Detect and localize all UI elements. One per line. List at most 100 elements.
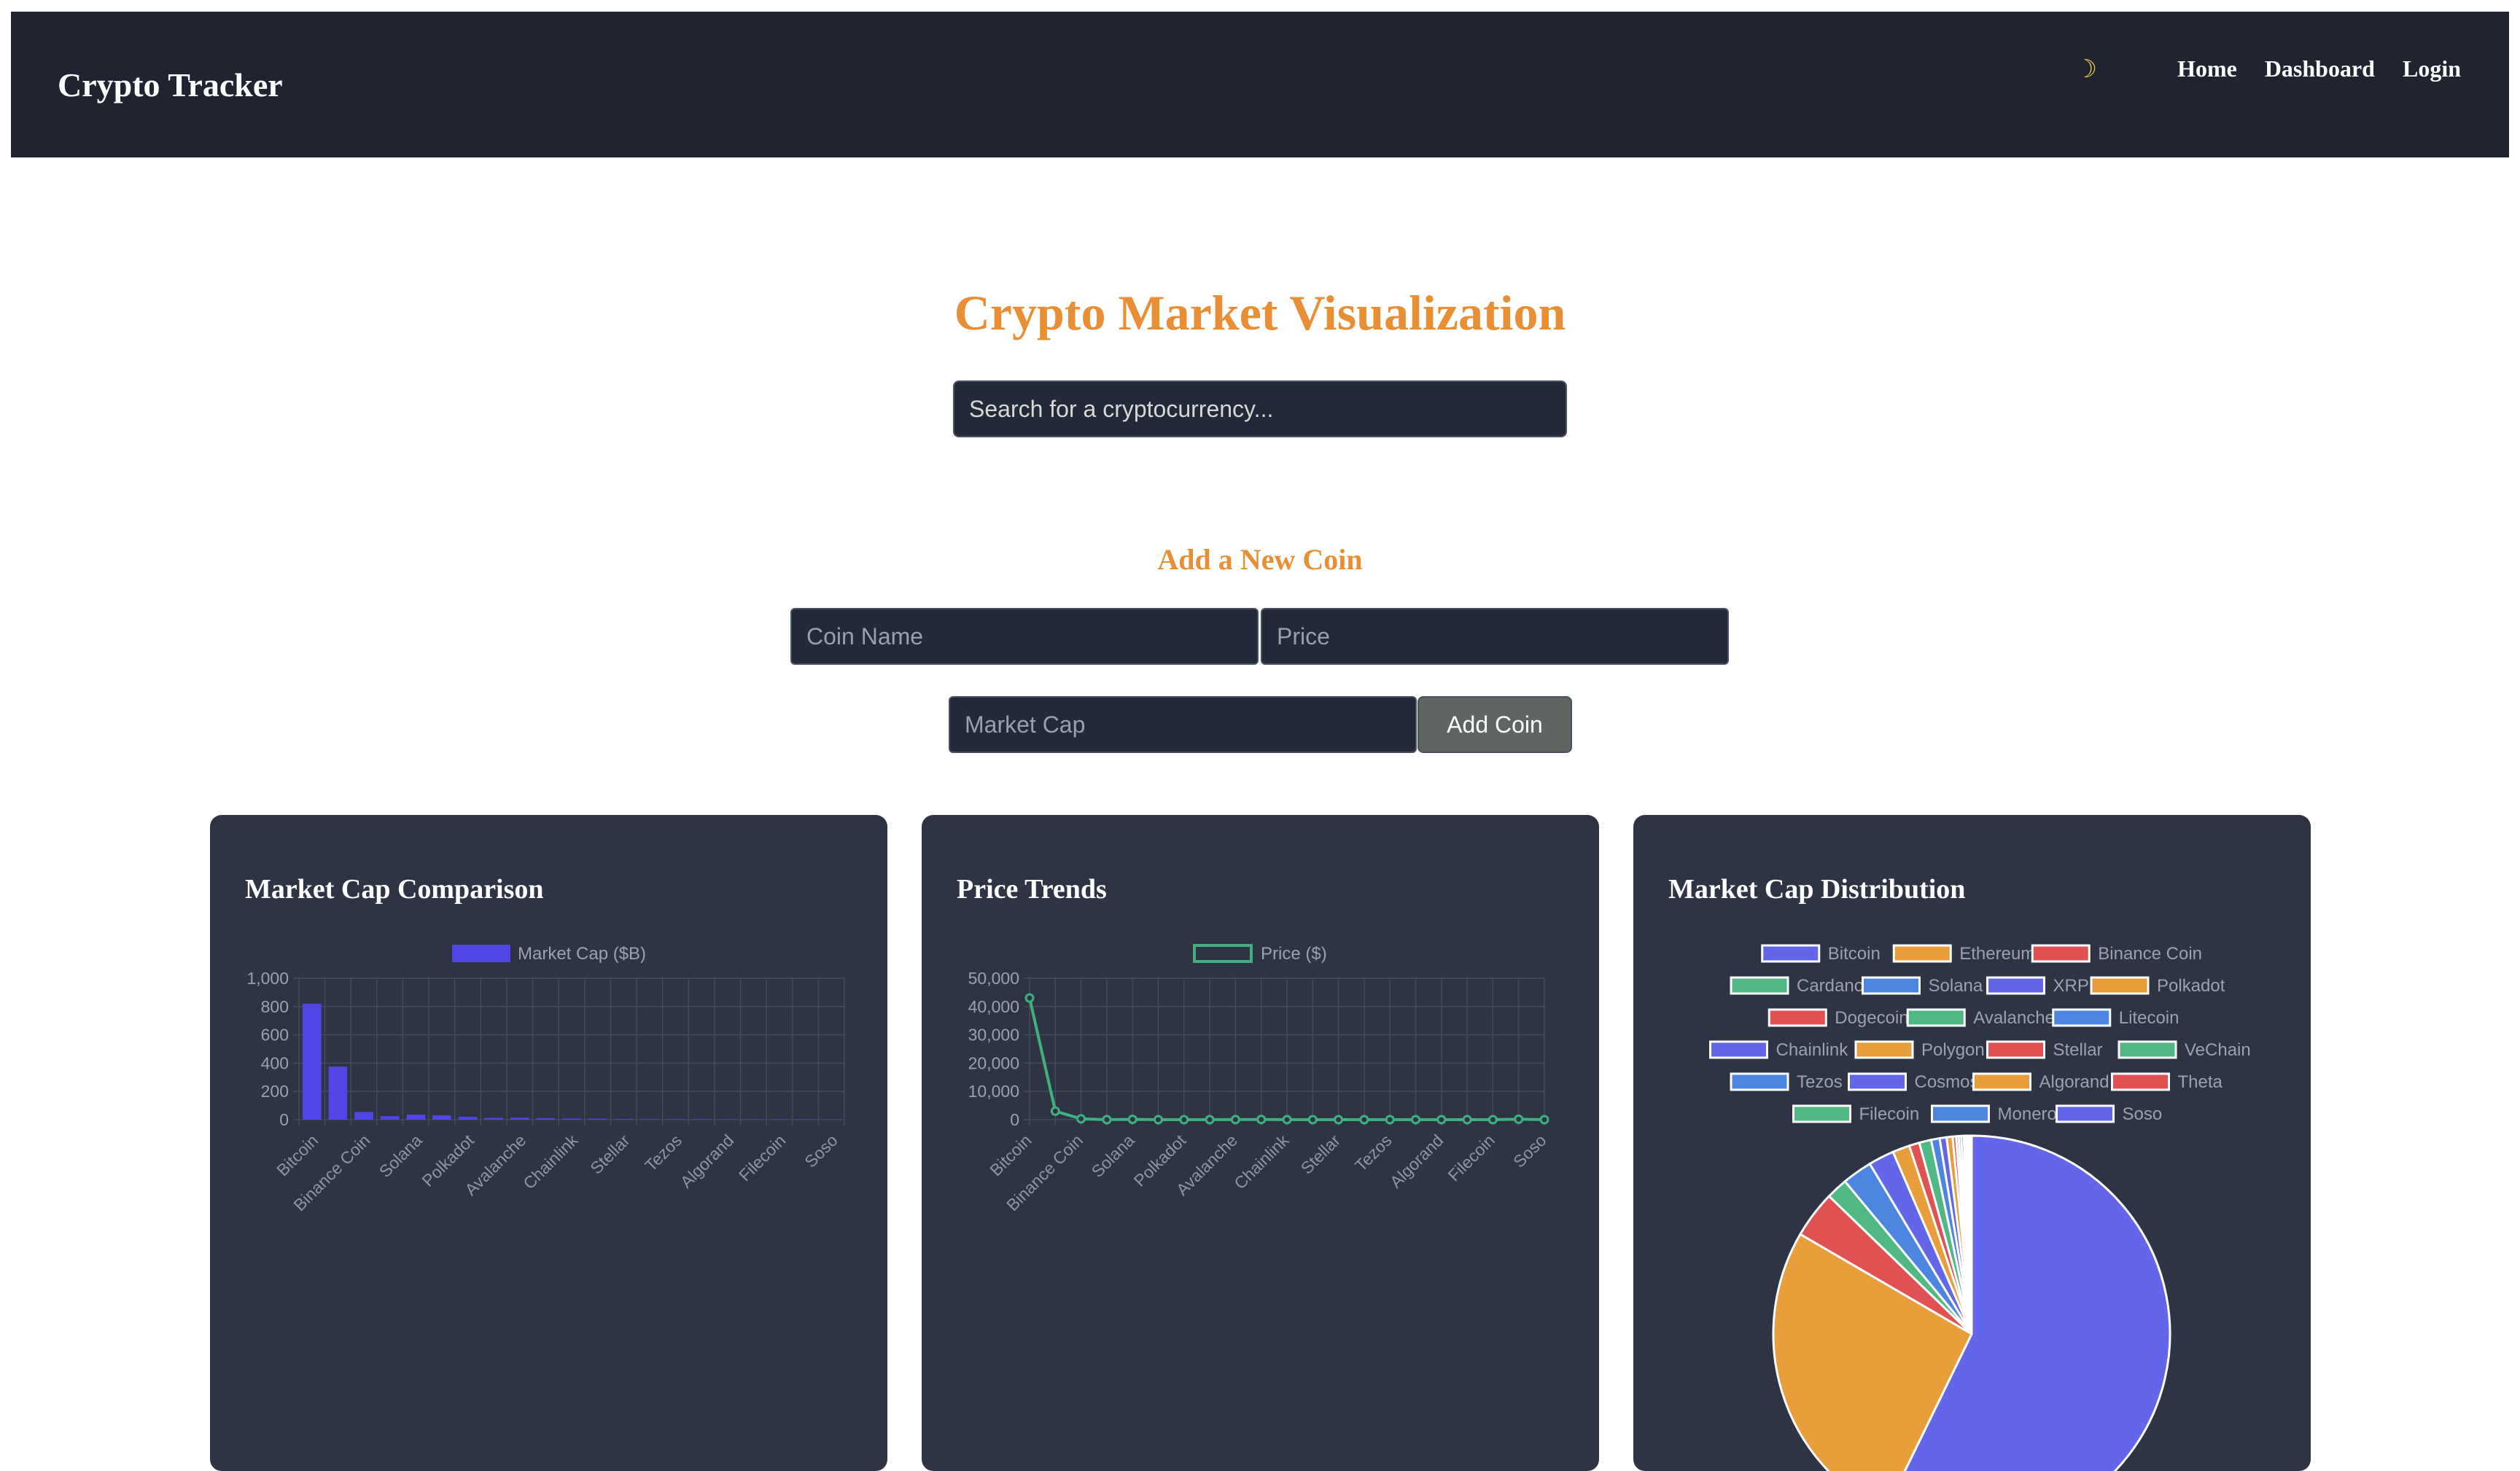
legend-swatch bbox=[1988, 978, 2045, 994]
y-tick-label: 0 bbox=[1010, 1110, 1019, 1129]
legend-swatch bbox=[1762, 945, 1819, 961]
legend-label: Soso bbox=[2123, 1104, 2163, 1124]
coin-name-input[interactable] bbox=[790, 608, 1259, 665]
legend-label: Polkadot bbox=[2157, 976, 2225, 996]
nav-link-home[interactable]: Home bbox=[2177, 55, 2237, 82]
window-top-strip bbox=[0, 0, 2520, 12]
legend-label: Theta bbox=[2178, 1072, 2223, 1092]
data-point bbox=[1463, 1116, 1471, 1123]
data-point bbox=[1206, 1116, 1213, 1123]
legend-swatch bbox=[2032, 945, 2089, 961]
y-tick-label: 1,000 bbox=[246, 969, 289, 988]
x-tick-label: Soso bbox=[801, 1131, 841, 1171]
bar bbox=[354, 1112, 373, 1120]
legend-swatch bbox=[1988, 1042, 2045, 1058]
search-input[interactable] bbox=[953, 381, 1567, 437]
y-tick-label: 800 bbox=[261, 997, 289, 1016]
legend-swatch bbox=[1974, 1074, 2031, 1090]
x-tick-label: Chainlink bbox=[519, 1131, 582, 1193]
legend-swatch bbox=[2091, 978, 2148, 994]
data-point bbox=[1258, 1116, 1265, 1123]
bar bbox=[459, 1117, 478, 1120]
legend-label: Chainlink bbox=[1776, 1040, 1849, 1060]
legend-label: Binance Coin bbox=[2098, 944, 2202, 964]
x-tick-label: Tezos bbox=[641, 1131, 685, 1175]
legend-swatch bbox=[2119, 1042, 2176, 1058]
market-cap-comparison-card: Market Cap Comparison Market Cap ($B)020… bbox=[210, 815, 887, 1471]
legend-swatch bbox=[2112, 1074, 2169, 1090]
market-cap-distribution-card: Market Cap Distribution BitcoinEthereumB… bbox=[1633, 815, 2311, 1471]
bar bbox=[303, 1004, 322, 1120]
moon-icon[interactable]: ☽ bbox=[2075, 57, 2097, 82]
legend-label: Dogecoin bbox=[1835, 1008, 1908, 1028]
data-point bbox=[1489, 1116, 1496, 1123]
price-trends-card: Price Trends Price ($)010,00020,00030,00… bbox=[922, 815, 1599, 1471]
x-tick-label: Filecoin bbox=[735, 1131, 789, 1185]
legend-label: Cosmos bbox=[1915, 1072, 1979, 1092]
data-point bbox=[1335, 1116, 1342, 1123]
legend-label: Monero bbox=[1998, 1104, 2057, 1124]
legend-label: Ethereum bbox=[1959, 944, 2035, 964]
bar bbox=[614, 1119, 633, 1120]
data-point bbox=[1386, 1116, 1393, 1123]
legend-label: Market Cap ($B) bbox=[518, 944, 646, 964]
y-tick-label: 200 bbox=[261, 1082, 289, 1101]
data-point bbox=[1103, 1116, 1111, 1123]
nav-link-dashboard[interactable]: Dashboard bbox=[2265, 55, 2375, 82]
legend-swatch bbox=[1863, 978, 1920, 994]
legend-label: XRP bbox=[2053, 976, 2089, 996]
legend-swatch bbox=[452, 945, 510, 962]
pie-chart: BitcoinEthereumBinance CoinCardanoSolana… bbox=[1633, 815, 2311, 1471]
y-tick-label: 20,000 bbox=[968, 1053, 1019, 1072]
legend-label: Stellar bbox=[2053, 1040, 2103, 1060]
legend-swatch bbox=[1794, 1106, 1851, 1122]
data-point bbox=[1309, 1116, 1316, 1123]
brand-title[interactable]: Crypto Tracker bbox=[58, 66, 283, 104]
bar bbox=[588, 1119, 607, 1120]
legend-swatch bbox=[1194, 945, 1251, 961]
y-tick-label: 0 bbox=[279, 1110, 289, 1129]
legend-label: Price ($) bbox=[1261, 944, 1327, 964]
add-coin-button[interactable]: Add Coin bbox=[1418, 696, 1572, 753]
legend-swatch bbox=[2053, 1010, 2110, 1026]
add-coin-title: Add a New Coin bbox=[0, 542, 2520, 577]
y-tick-label: 600 bbox=[261, 1026, 289, 1045]
navbar: Crypto Tracker ☽ Home Dashboard Login bbox=[11, 12, 2509, 157]
x-tick-label: Solana bbox=[376, 1131, 426, 1181]
bar bbox=[381, 1116, 400, 1120]
legend-label: Avalanche bbox=[1973, 1008, 2055, 1028]
x-tick-label: Stellar bbox=[1297, 1131, 1345, 1178]
legend-swatch bbox=[1849, 1074, 1906, 1090]
x-tick-label: Chainlink bbox=[1230, 1131, 1293, 1193]
data-point bbox=[1515, 1115, 1522, 1123]
x-tick-label: Bitcoin bbox=[986, 1131, 1035, 1179]
legend-swatch bbox=[1769, 1010, 1826, 1026]
pie-slice bbox=[1971, 1136, 1972, 1334]
x-tick-label: Bitcoin bbox=[273, 1131, 322, 1179]
price-input[interactable] bbox=[1261, 608, 1729, 665]
legend-swatch bbox=[1731, 1074, 1788, 1090]
bar bbox=[406, 1115, 425, 1120]
data-point bbox=[1181, 1116, 1188, 1123]
y-tick-label: 30,000 bbox=[968, 1026, 1019, 1045]
legend-label: Algorand bbox=[2039, 1072, 2109, 1092]
x-tick-label: Stellar bbox=[586, 1131, 634, 1178]
x-tick-label: Solana bbox=[1088, 1131, 1138, 1181]
x-tick-label: Algorand bbox=[1386, 1131, 1447, 1191]
nav-links: ☽ Home Dashboard Login bbox=[2075, 55, 2461, 82]
line-chart: Price ($)010,00020,00030,00040,00050,000… bbox=[922, 815, 1599, 1471]
page-title: Crypto Market Visualization bbox=[0, 284, 2520, 342]
data-point bbox=[1438, 1116, 1445, 1123]
nav-link-login[interactable]: Login bbox=[2403, 55, 2461, 82]
bar bbox=[692, 1119, 711, 1120]
market-cap-input[interactable] bbox=[949, 696, 1417, 753]
data-point bbox=[1026, 994, 1033, 1002]
data-point bbox=[1129, 1116, 1136, 1123]
data-point bbox=[1232, 1116, 1239, 1123]
legend-label: Polygon bbox=[1921, 1040, 1985, 1060]
legend-swatch bbox=[1731, 978, 1788, 994]
data-point bbox=[1412, 1116, 1420, 1123]
bar bbox=[666, 1119, 685, 1120]
legend-label: Tezos bbox=[1797, 1072, 1843, 1092]
bar-chart: Market Cap ($B)02004006008001,000Bitcoin… bbox=[210, 815, 887, 1471]
